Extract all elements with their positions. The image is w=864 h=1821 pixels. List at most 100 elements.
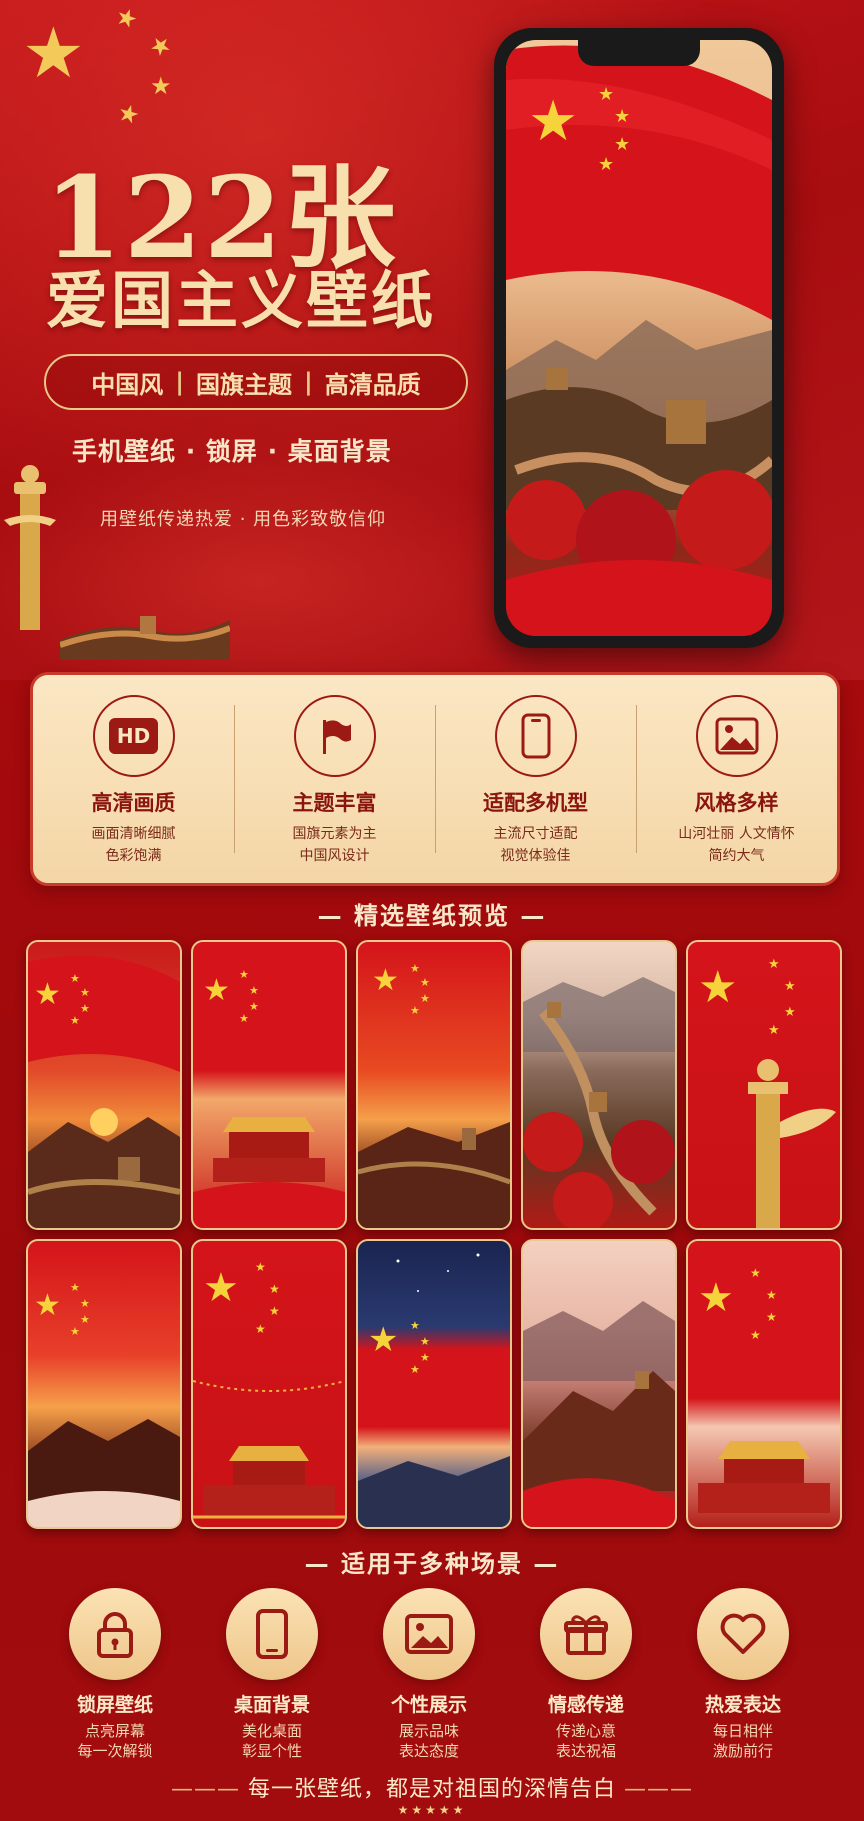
- flag-icon: [293, 695, 376, 777]
- phone-notch: [578, 40, 700, 66]
- svg-text:★: ★: [203, 973, 230, 1008]
- svg-text:★: ★: [34, 977, 61, 1012]
- gift-icon: [540, 1588, 632, 1680]
- tag-hd-quality: 高清品质: [324, 370, 421, 399]
- svg-text:★: ★: [528, 89, 578, 154]
- svg-text:★: ★: [410, 1004, 420, 1017]
- scene-title: 热爱表达: [704, 1694, 781, 1716]
- wallpaper-thumbnail[interactable]: ★ ★ ★ ★ ★: [191, 1239, 347, 1529]
- wallpaper-thumbnail[interactable]: ★ ★ ★ ★ ★: [191, 940, 347, 1230]
- scene-desc: 美化桌面: [241, 1722, 302, 1740]
- feature-theme: 主题丰富 国旗元素为主 中国风设计: [234, 675, 435, 883]
- feature-title: 适配多机型: [483, 791, 588, 815]
- feature-title: 风格多样: [694, 791, 779, 815]
- svg-text:★: ★: [70, 1281, 80, 1294]
- small-star-icon: ★: [150, 72, 172, 100]
- wallpaper-thumbnail[interactable]: ★ ★ ★ ★ ★: [686, 1239, 842, 1529]
- svg-text:★: ★: [269, 1282, 280, 1296]
- svg-text:★: ★: [410, 1363, 420, 1376]
- svg-text:★: ★: [766, 1288, 777, 1302]
- usage-line: 手机壁纸 · 锁屏 · 桌面背景: [72, 437, 392, 466]
- feature-devices: 适配多机型 主流尺寸适配 视觉体验佳: [435, 675, 636, 883]
- feature-styles: 风格多样 山河壮丽 人文情怀 简约大气: [636, 675, 837, 883]
- scene-desktop: 桌面背景 美化桌面 彰显个性: [192, 1588, 352, 1761]
- feature-hd: HD 高清画质 画面清晰细腻 色彩饱满: [33, 675, 234, 883]
- tag-flag-theme: 国旗主题: [196, 370, 292, 399]
- feature-desc: 主流尺寸适配: [493, 826, 578, 842]
- scene-lockscreen: 锁屏壁纸 点亮屏幕 每一次解锁: [35, 1588, 195, 1761]
- svg-text:★: ★: [420, 992, 430, 1005]
- svg-text:★: ★: [80, 1297, 90, 1310]
- wallpaper-thumbnail[interactable]: ★ ★ ★ ★ ★: [26, 1239, 182, 1529]
- svg-text:★: ★: [698, 1275, 734, 1321]
- svg-text:★: ★: [249, 984, 259, 997]
- phone-screen-wallpaper: ★ ★ ★ ★ ★: [506, 40, 772, 636]
- feature-desc: 简约大气: [708, 848, 765, 864]
- scene-emotion: 情感传递 传递心意 表达祝福: [506, 1588, 666, 1761]
- wallpaper-thumbnail[interactable]: [521, 940, 677, 1230]
- svg-text:★: ★: [255, 1322, 266, 1336]
- feature-desc: 画面清晰细腻: [91, 826, 176, 842]
- image-icon: [383, 1588, 475, 1680]
- svg-text:★: ★: [70, 972, 80, 985]
- tag-separator: |: [304, 368, 313, 396]
- tag-separator: |: [175, 368, 184, 396]
- scene-desc: 点亮屏幕: [84, 1722, 145, 1740]
- svg-text:★: ★: [255, 1260, 266, 1274]
- lock-icon: [69, 1588, 161, 1680]
- hd-icon: HD: [92, 695, 175, 777]
- scene-desc: 每日相伴: [712, 1722, 773, 1740]
- image-icon: [695, 695, 778, 777]
- scene-showcase: 个性展示 展示品味 表达态度: [349, 1588, 509, 1761]
- scene-title: 桌面背景: [233, 1694, 310, 1716]
- footer-stars-icon: ★★★★★: [397, 1803, 467, 1817]
- small-star-icon: ★: [111, 1, 142, 35]
- wallpaper-thumbnail[interactable]: ★ ★ ★ ★ ★: [26, 940, 182, 1230]
- scene-desc: 表达态度: [398, 1742, 459, 1760]
- svg-text:★: ★: [768, 957, 780, 972]
- svg-text:★: ★: [249, 1000, 259, 1013]
- svg-text:★: ★: [70, 1014, 80, 1027]
- footer-tagline: ——— 每一张壁纸，都是对祖国的深情告白 ———: [170, 1777, 693, 1802]
- scene-title: 锁屏壁纸: [76, 1694, 153, 1716]
- scene-title: 个性展示: [390, 1694, 467, 1716]
- large-star-icon: ★: [22, 12, 85, 94]
- svg-text:★: ★: [203, 1265, 239, 1311]
- wallpaper-thumbnail[interactable]: ★ ★ ★ ★ ★: [356, 940, 512, 1230]
- svg-text:★: ★: [372, 963, 399, 998]
- svg-text:★: ★: [410, 1319, 420, 1332]
- wallpaper-thumbnail[interactable]: [521, 1239, 677, 1529]
- feature-desc: 山河壮丽 人文情怀: [678, 826, 795, 842]
- svg-text:★: ★: [614, 134, 630, 155]
- feature-title: 高清画质: [91, 791, 176, 815]
- svg-text:★: ★: [269, 1304, 280, 1318]
- feature-desc: 视觉体验佳: [500, 848, 571, 864]
- svg-text:★: ★: [70, 1325, 80, 1338]
- wallpaper-thumbnail[interactable]: ★ ★ ★ ★ ★: [686, 940, 842, 1230]
- scene-desc: 激励前行: [712, 1742, 773, 1760]
- small-star-icon: ★: [143, 28, 178, 64]
- huabiao-column-icon: [4, 465, 56, 630]
- svg-text:★: ★: [768, 1023, 780, 1038]
- heart-icon: [697, 1588, 789, 1680]
- hero-slogan: 用壁纸传递热爱 · 用色彩致敬信仰: [100, 509, 387, 530]
- svg-text:★: ★: [750, 1266, 761, 1280]
- svg-text:★: ★: [80, 1313, 90, 1326]
- svg-text:★: ★: [698, 962, 737, 1013]
- svg-text:★: ★: [80, 1002, 90, 1015]
- scene-desc: 每一次解锁: [77, 1742, 153, 1760]
- scene-desc: 传递心意: [555, 1722, 616, 1740]
- phone-icon: [494, 695, 577, 777]
- scenes-section-title: — 适用于多种场景 —: [304, 1550, 560, 1578]
- feature-desc: 色彩饱满: [105, 848, 162, 864]
- wallpaper-thumbnail[interactable]: ★ ★ ★ ★ ★: [356, 1239, 512, 1529]
- scene-desc: 彰显个性: [241, 1742, 302, 1760]
- feature-desc: 国旗元素为主: [292, 826, 377, 842]
- svg-text:★: ★: [410, 962, 420, 975]
- svg-text:★: ★: [598, 154, 614, 175]
- tag-chinese-style: 中国风: [91, 370, 164, 399]
- features-panel: HD 高清画质 画面清晰细腻 色彩饱满 主题丰富 国旗元素为主 中国风设计 适配…: [30, 672, 840, 886]
- scene-title: 情感传递: [547, 1694, 624, 1716]
- svg-text:★: ★: [598, 84, 614, 105]
- small-star-icon: ★: [114, 97, 143, 131]
